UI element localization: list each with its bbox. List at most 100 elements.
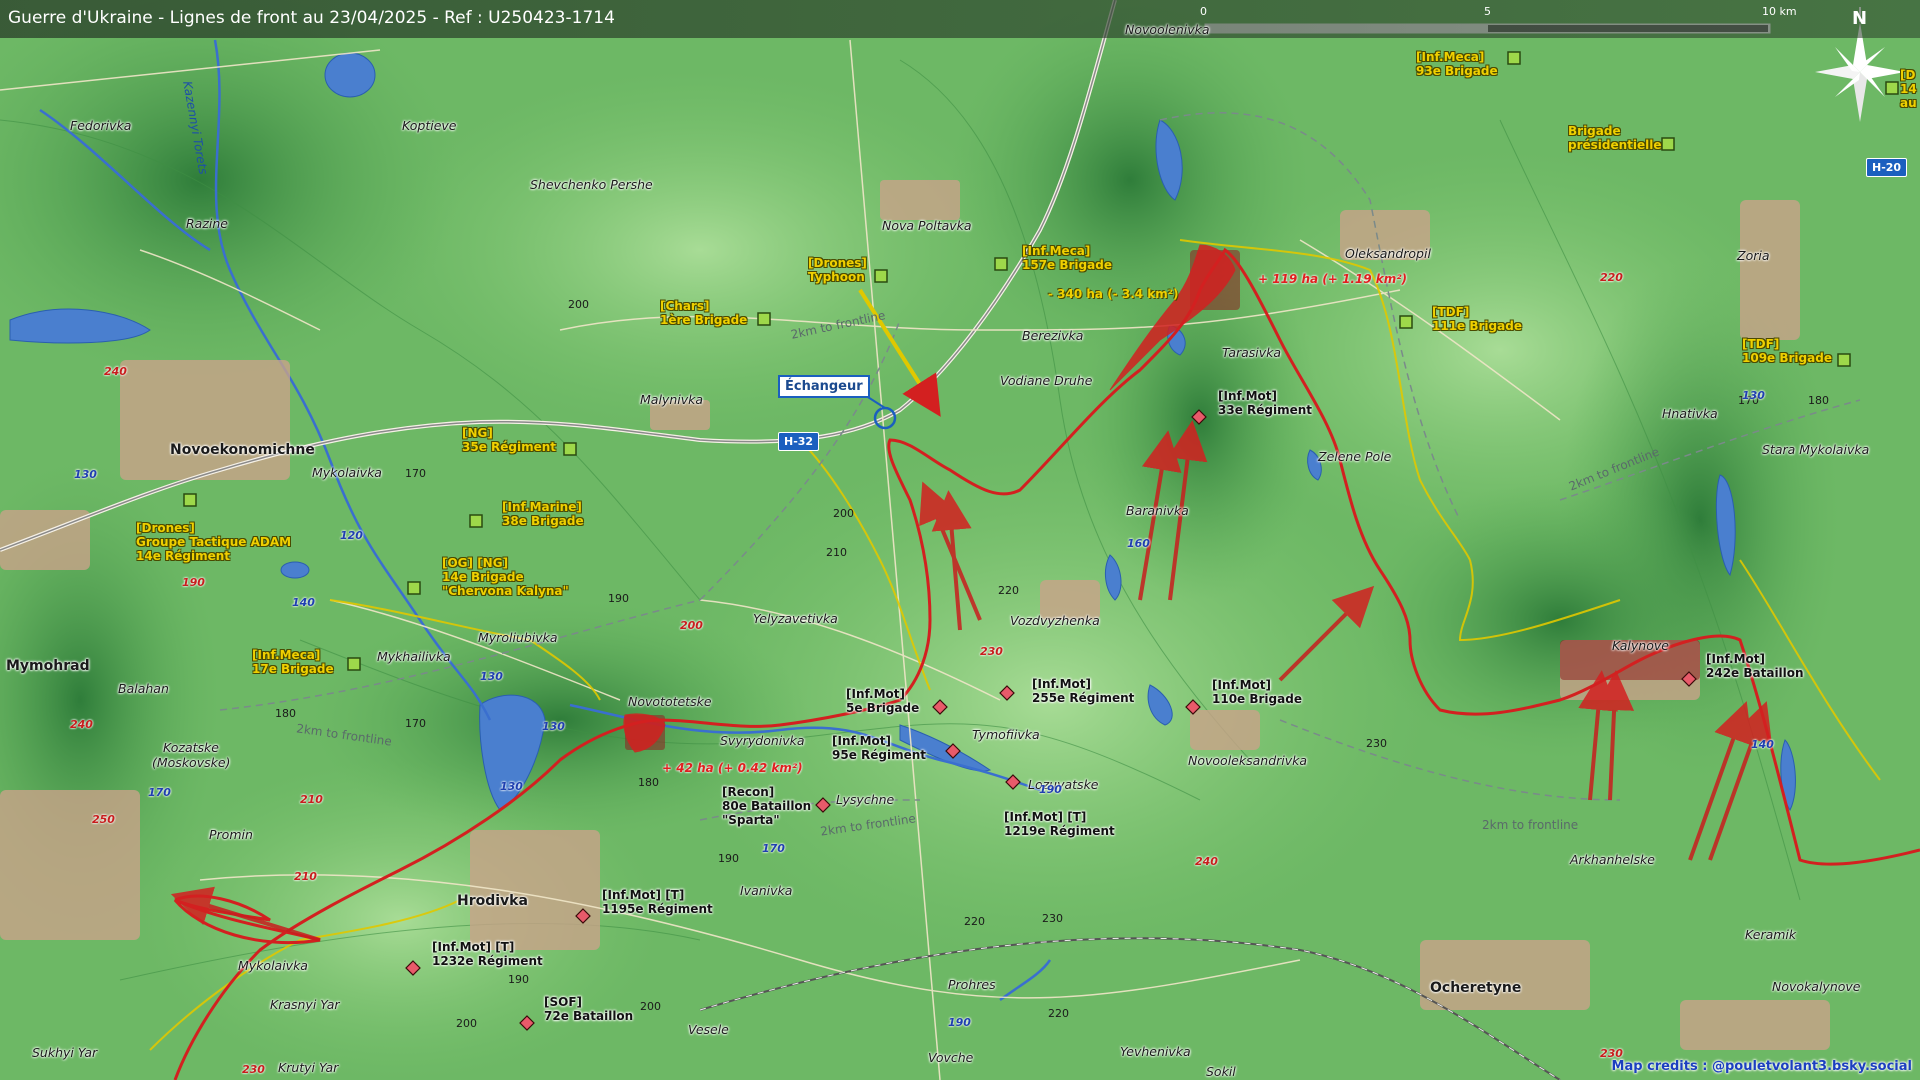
place-label: Kalynove: [1612, 638, 1669, 653]
altitude-label: 220: [964, 915, 985, 928]
ru-unit-label[interactable]: [Inf.Mot] [T] 1219e Régiment: [1004, 810, 1115, 838]
ru-unit-label[interactable]: [Inf.Mot] [T] 1195e Régiment: [602, 888, 713, 916]
ru-unit-label[interactable]: [SOF] 72e Bataillon: [544, 995, 633, 1023]
road-number: 230: [242, 1063, 265, 1076]
place-label: Krutyi Yar: [278, 1060, 339, 1075]
frontline-buffer-label: 2km to frontline: [1482, 818, 1579, 832]
altitude-label: 170: [405, 717, 426, 730]
place-label: Zoria: [1737, 248, 1770, 263]
place-label: Fedorivka: [70, 118, 132, 133]
place-label: (Moskovske): [152, 755, 231, 770]
ua-unit-label[interactable]: [Chars] 1ère Brigade: [660, 299, 747, 327]
place-label: Arkhanhelske: [1570, 852, 1655, 867]
scale-label-0: 0: [1200, 5, 1207, 18]
place-label: Vodiane Druhe: [1000, 373, 1093, 388]
altitude-label: 200: [568, 298, 589, 311]
highway-shield-h20: H-20: [1866, 158, 1908, 177]
road-number: 190: [948, 1016, 971, 1029]
place-label: Novooleksandrivka: [1188, 753, 1308, 768]
road-number: 250: [92, 813, 115, 826]
place-label: Promin: [209, 827, 253, 842]
ua-unit-label[interactable]: Brigade présidentielle: [1568, 124, 1662, 152]
altitude-label: 180: [638, 776, 659, 789]
area-gain-label: + 42 ha (+ 0.42 km²): [662, 761, 803, 775]
ru-unit-label[interactable]: [Inf.Mot] 110e Brigade: [1212, 678, 1302, 706]
place-label: Hnativka: [1662, 406, 1718, 421]
ru-unit-label[interactable]: [Inf.Mot] 242e Bataillon: [1706, 652, 1804, 680]
ua-unit-label[interactable]: [TDF] 109e Brigade: [1742, 337, 1832, 365]
map-canvas[interactable]: Guerre d'Ukraine - Lignes de front au 23…: [0, 0, 1920, 1080]
ru-unit-label[interactable]: [Recon] 80e Bataillon "Sparta": [722, 785, 811, 827]
ua-unit-label[interactable]: [Inf.Meca] 17e Brigade: [252, 648, 334, 676]
place-label: Lysychne: [836, 792, 895, 807]
place-label: Mykolaivka: [238, 958, 308, 973]
scale-label-5: 5: [1484, 5, 1491, 18]
place-label: Krasnyi Yar: [270, 997, 340, 1012]
road-number: 240: [1195, 855, 1218, 868]
ua-unit-label[interactable]: [OG] [NG] 14e Brigade "Chervona Kalyna": [442, 556, 569, 598]
ua-unit-label[interactable]: [TDF] 111e Brigade: [1432, 305, 1522, 333]
area-gain-label: + 119 ha (+ 1.19 km²): [1258, 272, 1408, 286]
ua-unit-label[interactable]: [Inf.Meca] 93e Brigade: [1416, 50, 1498, 78]
place-label: Nova Poltavka: [882, 218, 972, 233]
place-label: Vovche: [928, 1050, 974, 1065]
place-label: Mymohrad: [6, 658, 90, 674]
place-label: Sokil: [1206, 1064, 1236, 1079]
altitude-label: 190: [608, 592, 629, 605]
scale-label-10: 10 km: [1762, 5, 1797, 18]
place-label: Shevchenko Pershe: [530, 177, 653, 192]
ru-unit-label[interactable]: [Inf.Mot] 95e Régiment: [832, 734, 926, 762]
place-label: Mykolaivka: [312, 465, 382, 480]
road-number: 240: [70, 718, 93, 731]
place-label: Vozdvyzhenka: [1010, 613, 1100, 628]
road-number: 210: [300, 793, 323, 806]
ua-unit-label[interactable]: [D 14 au: [1900, 68, 1917, 110]
altitude-label: 220: [1048, 1007, 1069, 1020]
road-number: 140: [292, 596, 315, 609]
altitude-label: 190: [508, 973, 529, 986]
road-number: 130: [542, 720, 565, 733]
road-number: 190: [1039, 783, 1062, 796]
place-label: Berezivka: [1022, 328, 1084, 343]
altitude-label: 220: [998, 584, 1019, 597]
place-label: Yelyzavetivka: [753, 611, 838, 626]
place-label: Hrodivka: [457, 893, 528, 909]
ua-unit-label[interactable]: [Drones] Groupe Tactique ADAM 14e Régiment: [136, 521, 291, 563]
place-label: Novototetske: [628, 694, 712, 709]
place-label: Yevhenivka: [1120, 1044, 1191, 1059]
ru-unit-label[interactable]: [Inf.Mot] 33e Régiment: [1218, 389, 1312, 417]
place-label: Tymofiivka: [972, 727, 1040, 742]
place-label: Myroliubivka: [478, 630, 558, 645]
ua-unit-label[interactable]: [Inf.Meca] 157e Brigade: [1022, 244, 1112, 272]
place-label: Vesele: [688, 1022, 729, 1037]
place-label: Kozatske: [163, 740, 219, 755]
road-number: 200: [680, 619, 703, 632]
road-number: 130: [74, 468, 97, 481]
place-label: Oleksandropil: [1345, 246, 1431, 261]
place-label: Sukhyi Yar: [32, 1045, 98, 1060]
place-label: Mykhailivka: [377, 649, 451, 664]
road-number: 140: [1751, 738, 1774, 751]
road-number: 170: [762, 842, 785, 855]
map-credits: Map credits : @pouletvolant3.bsky.social: [1611, 1059, 1912, 1074]
echangeur-callout[interactable]: Échangeur: [778, 375, 870, 398]
ru-unit-label[interactable]: [Inf.Mot] 5e Brigade: [846, 687, 919, 715]
place-label: Svyrydonivka: [720, 733, 805, 748]
road-number: 230: [980, 645, 1003, 658]
ua-unit-label[interactable]: [Drones] Typhoon: [808, 256, 867, 284]
ua-unit-label[interactable]: [NG] 35e Régiment: [462, 426, 556, 454]
road-number: 220: [1600, 271, 1623, 284]
area-loss-label: - 340 ha (- 3.4 km²): [1048, 287, 1179, 301]
place-label: Novoekonomichne: [170, 442, 315, 458]
ru-unit-label[interactable]: [Inf.Mot] [T] 1232e Régiment: [432, 940, 543, 968]
ru-unit-label[interactable]: [Inf.Mot] 255e Régiment: [1032, 677, 1134, 705]
road-number: 170: [148, 786, 171, 799]
road-number: 120: [340, 529, 363, 542]
altitude-label: 230: [1366, 737, 1387, 750]
place-label: Novoolenivka: [1125, 22, 1210, 37]
ua-unit-label[interactable]: [Inf.Marine] 38e Brigade: [502, 500, 584, 528]
altitude-label: 170: [405, 467, 426, 480]
altitude-label: 180: [275, 707, 296, 720]
altitude-label: 210: [826, 546, 847, 559]
altitude-label: 200: [456, 1017, 477, 1030]
